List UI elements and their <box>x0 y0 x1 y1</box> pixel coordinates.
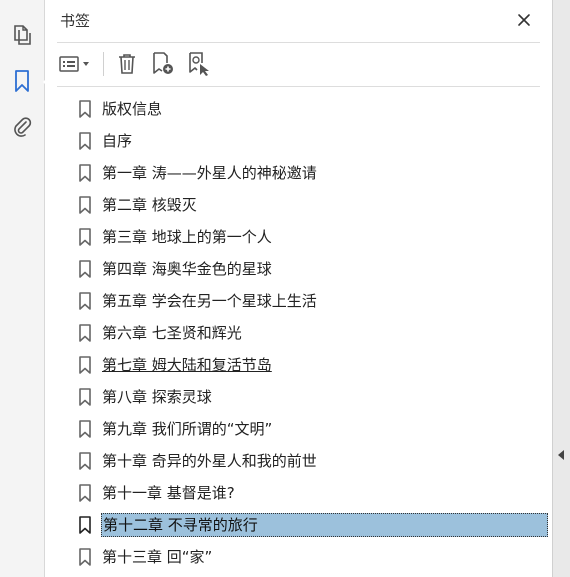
panel-splitter[interactable] <box>552 0 570 577</box>
bookmark-item[interactable]: 第七章 姆大陆和复活节岛 <box>45 349 552 381</box>
bookmark-item[interactable]: 第四章 海奥华金色的星球 <box>45 253 552 285</box>
bookmark-item[interactable]: 第十三章 回“家” <box>45 541 552 573</box>
bookmarks-panel: 书签 版权信息 自序 第一章 涛——外星人的神秘邀请 第二章 核毁灭 第三章 地… <box>45 0 552 577</box>
bookmark-label: 第九章 我们所谓的“文明” <box>102 420 273 438</box>
new-bookmark-button[interactable] <box>148 49 178 79</box>
bookmark-item[interactable]: 第一章 涛——外星人的神秘邀请 <box>45 157 552 189</box>
close-button[interactable] <box>514 10 534 30</box>
new-bookmark-from-structure-button[interactable] <box>184 49 214 79</box>
new-bookmark-from-structure-icon <box>189 52 209 76</box>
options-button[interactable] <box>57 49 95 79</box>
bookmark-icon <box>79 548 91 566</box>
bookmark-label: 自序 <box>102 132 133 150</box>
bookmark-label: 第五章 学会在另一个星球上生活 <box>102 292 317 310</box>
pages-button[interactable] <box>9 22 35 48</box>
bookmark-item[interactable]: 第三章 地球上的第一个人 <box>45 221 552 253</box>
bookmark-icon <box>79 164 91 182</box>
bookmark-item[interactable]: 第八章 探索灵球 <box>45 381 552 413</box>
bookmark-icon <box>79 132 91 150</box>
bookmark-label: 第十一章 基督是谁? <box>102 484 235 502</box>
bookmark-icon <box>79 420 91 438</box>
bookmark-item[interactable]: 第十一章 基督是谁? <box>45 477 552 509</box>
bookmark-icon <box>79 260 91 278</box>
bookmark-label: 第十三章 回“家” <box>102 548 213 566</box>
bookmark-label: 第二章 核毁灭 <box>102 196 197 214</box>
bookmark-label: 第四章 海奥华金色的星球 <box>102 260 272 278</box>
bookmark-item[interactable]: 版权信息 <box>45 93 552 125</box>
bookmark-icon <box>15 70 29 92</box>
bookmark-icon <box>79 388 91 406</box>
paperclip-icon <box>14 117 32 137</box>
close-icon <box>518 14 530 26</box>
bookmark-label: 第三章 地球上的第一个人 <box>102 228 272 246</box>
bookmarks-button[interactable] <box>9 68 49 94</box>
collapse-arrow-icon[interactable] <box>558 450 564 460</box>
options-icon <box>59 56 89 72</box>
navigation-rail <box>0 0 49 577</box>
header-divider <box>57 42 540 43</box>
bookmark-icon <box>79 196 91 214</box>
bookmark-icon <box>79 516 91 534</box>
bookmark-label: 版权信息 <box>102 100 163 118</box>
delete-bookmark-button[interactable] <box>112 49 142 79</box>
bookmark-label: 第七章 姆大陆和复活节岛 <box>102 356 272 374</box>
bookmark-icon <box>79 292 91 310</box>
bookmark-label: 第一章 涛——外星人的神秘邀请 <box>102 164 317 182</box>
toolbar-separator <box>103 52 104 76</box>
bookmark-icon <box>79 100 91 118</box>
bookmark-item[interactable]: 自序 <box>45 125 552 157</box>
bookmark-label: 第八章 探索灵球 <box>102 388 212 406</box>
pages-icon <box>14 25 31 45</box>
bookmarks-window: 书签 版权信息 自序 第一章 涛——外星人的神秘邀请 第二章 核毁灭 第三章 地… <box>0 0 570 577</box>
bookmark-list: 版权信息自序第一章 涛——外星人的神秘邀请 第二章 核毁灭第三章 地球上的第一个人… <box>45 93 552 573</box>
bookmark-toolbar <box>57 48 220 80</box>
bookmark-item[interactable]: 第二章 核毁灭 <box>45 189 552 221</box>
bookmark-label: 第十章 奇异的外星人和我的前世 <box>102 452 317 470</box>
new-bookmark-icon <box>153 52 173 74</box>
bookmark-icon <box>79 484 91 502</box>
panel-title: 书签 <box>60 12 91 30</box>
bookmark-item[interactable]: 第五章 学会在另一个星球上生活 <box>45 285 552 317</box>
bookmark-label: 第六章 七圣贤和辉光 <box>102 324 242 342</box>
bookmark-icon <box>79 324 91 342</box>
bookmark-item[interactable]: 第十二章 不寻常的旅行 <box>45 509 552 541</box>
bookmark-icon <box>79 452 91 470</box>
bookmark-label: 第十二章 不寻常的旅行 <box>101 513 548 537</box>
delete-icon <box>119 54 135 74</box>
bookmark-item[interactable]: 第九章 我们所谓的“文明” <box>45 413 552 445</box>
toolbar-divider <box>57 86 540 87</box>
bookmark-icon <box>79 356 91 374</box>
attachments-button[interactable] <box>9 114 35 140</box>
bookmark-item[interactable]: 第十章 奇异的外星人和我的前世 <box>45 445 552 477</box>
bookmark-item[interactable]: 第六章 七圣贤和辉光 <box>45 317 552 349</box>
bookmark-icon <box>79 228 91 246</box>
